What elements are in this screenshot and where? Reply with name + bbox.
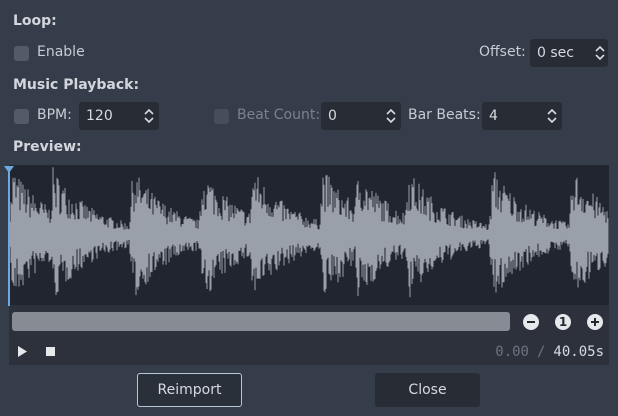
loop-enable-label: Enable <box>37 44 85 60</box>
zoom-reset-label: 1 <box>558 315 568 329</box>
preview-title: Preview: <box>13 139 82 155</box>
play-icon[interactable] <box>16 345 28 358</box>
bar-beats-label: Bar Beats: <box>408 107 481 123</box>
offset-label: Offset: <box>479 44 526 60</box>
zoom-in-button[interactable] <box>587 314 603 330</box>
bpm-value: 120 <box>86 108 113 124</box>
beat-count-label: Beat Count: <box>237 107 321 123</box>
spin-arrows-icon[interactable] <box>385 107 397 125</box>
beat-count-spinbox[interactable]: 0 <box>321 102 401 130</box>
stop-icon[interactable] <box>45 346 56 357</box>
waveform-graphic <box>9 167 609 298</box>
loop-enable-checkbox[interactable] <box>14 46 29 61</box>
time-readout: 0.00 / 40.05s <box>495 344 604 360</box>
preview-scrollbar[interactable] <box>12 312 510 331</box>
waveform-view[interactable] <box>9 165 609 305</box>
spin-arrows-icon[interactable] <box>143 107 155 125</box>
total-time: 40.05s <box>553 344 604 360</box>
close-button[interactable]: Close <box>375 373 480 407</box>
spin-arrows-icon[interactable] <box>594 44 606 62</box>
zoom-out-button[interactable] <box>523 314 539 330</box>
current-time: 0.00 <box>495 344 529 360</box>
zoom-reset-button[interactable]: 1 <box>555 314 571 330</box>
time-separator: / <box>536 344 546 360</box>
reimport-button[interactable]: Reimport <box>137 373 242 407</box>
loop-section-title: Loop: <box>13 13 57 29</box>
offset-value: 0 sec <box>537 45 574 61</box>
waveform-path <box>9 167 609 298</box>
bpm-checkbox[interactable] <box>14 109 29 124</box>
beat-count-checkbox[interactable] <box>214 109 229 124</box>
bpm-label: BPM: <box>37 107 72 123</box>
music-playback-title: Music Playback: <box>13 77 140 93</box>
spin-arrows-icon[interactable] <box>546 107 558 125</box>
plus-icon <box>591 318 599 326</box>
bar-beats-spinbox[interactable]: 4 <box>482 102 562 130</box>
minus-icon <box>527 321 535 323</box>
offset-spinbox[interactable]: 0 sec <box>530 39 608 67</box>
playhead-marker[interactable] <box>3 165 15 307</box>
bpm-spinbox[interactable]: 120 <box>79 102 159 130</box>
bar-beats-value: 4 <box>489 108 498 124</box>
beat-count-value: 0 <box>328 108 337 124</box>
